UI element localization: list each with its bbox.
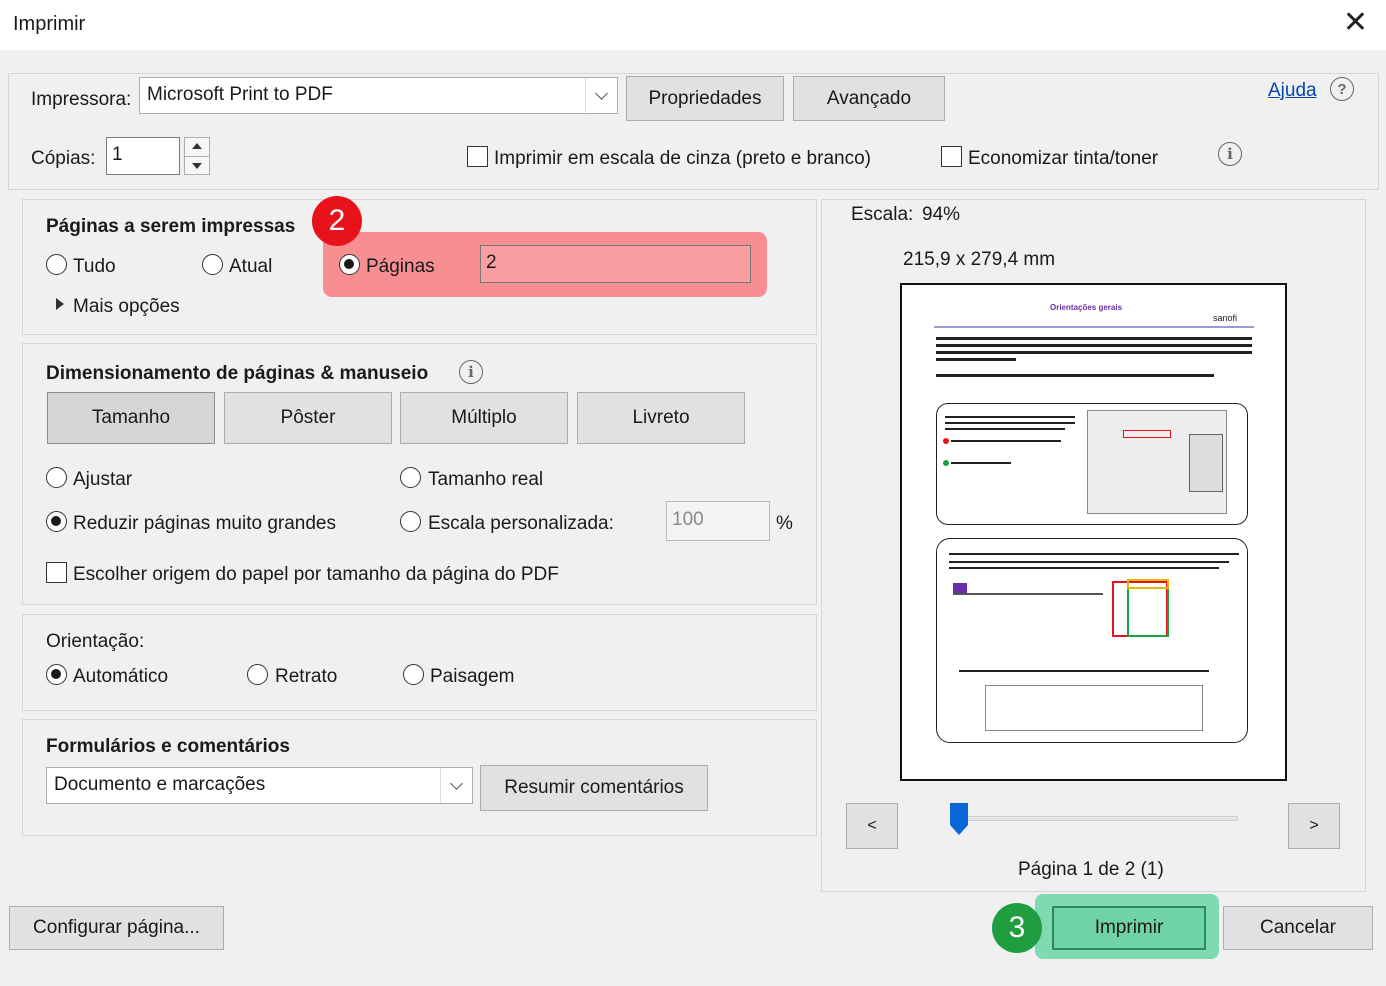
grayscale-label: Imprimir em escala de cinza (preto e bra… xyxy=(494,148,871,169)
next-page-button[interactable]: > xyxy=(1288,803,1340,849)
orientation-landscape-radio[interactable] xyxy=(403,664,424,685)
page-dimensions: 215,9 x 279,4 mm xyxy=(903,249,1056,270)
preview-box-2 xyxy=(936,538,1248,743)
fit-radio[interactable] xyxy=(46,467,67,488)
forms-select[interactable]: Documento e marcações xyxy=(46,767,473,804)
more-options-link[interactable]: Mais opções xyxy=(73,296,180,318)
orientation-portrait-label: Retrato xyxy=(275,666,338,687)
chevron-down-icon[interactable] xyxy=(440,768,472,803)
preview-box-1 xyxy=(936,403,1248,525)
pages-current-radio[interactable] xyxy=(202,254,223,275)
title-bar xyxy=(0,0,1386,50)
sizing-info-icon[interactable]: i xyxy=(459,360,483,384)
save-ink-label: Economizar tinta/toner xyxy=(968,148,1159,169)
paper-source-label: Escolher origem do papel por tamanho da … xyxy=(73,564,559,585)
stepper-down-icon[interactable] xyxy=(192,163,202,169)
actual-size-radio[interactable] xyxy=(400,467,421,488)
preview-doc-title: Orientações gerais xyxy=(1050,303,1123,312)
copies-label: Cópias: xyxy=(31,148,96,169)
copies-input[interactable]: 1 xyxy=(106,137,180,175)
orientation-auto-radio[interactable] xyxy=(46,664,67,685)
help-icon[interactable]: ? xyxy=(1330,77,1354,101)
pages-current-label: Atual xyxy=(229,256,273,277)
custom-scale-label: Escala personalizada: xyxy=(428,513,614,534)
forms-heading: Formulários e comentários xyxy=(46,736,290,757)
orientation-landscape-label: Paisagem xyxy=(430,666,515,687)
close-icon[interactable]: ✕ xyxy=(1343,8,1368,38)
pages-all-label: Tudo xyxy=(73,256,116,277)
pages-range-input[interactable]: 2 xyxy=(480,245,751,283)
save-ink-checkbox[interactable] xyxy=(941,146,962,167)
pages-all-radio[interactable] xyxy=(46,254,67,275)
custom-scale-radio[interactable] xyxy=(400,511,421,532)
pages-heading: Páginas a serem impressas xyxy=(46,216,296,237)
shrink-radio[interactable] xyxy=(46,511,67,532)
preview-doc-brand: sanofi xyxy=(1213,313,1238,323)
orientation-auto-label: Automático xyxy=(73,666,169,687)
info-icon[interactable]: i xyxy=(1218,142,1242,166)
shrink-label: Reduzir páginas muito grandes xyxy=(73,513,336,534)
printer-select[interactable]: Microsoft Print to PDF xyxy=(139,77,618,114)
copies-stepper[interactable] xyxy=(184,137,210,175)
scale-label: Escala: xyxy=(851,204,914,225)
expand-triangle-icon[interactable] xyxy=(56,298,64,310)
advanced-button[interactable]: Avançado xyxy=(793,76,945,121)
percent-sign: % xyxy=(776,513,793,534)
orientation-heading: Orientação: xyxy=(46,631,145,652)
annotation-badge-2: 2 xyxy=(312,196,362,246)
tab-size[interactable]: Tamanho xyxy=(47,392,215,444)
scale-value: 94% xyxy=(922,204,961,225)
grayscale-checkbox[interactable] xyxy=(467,146,488,167)
custom-scale-input[interactable]: 100 xyxy=(666,501,770,541)
cancel-button[interactable]: Cancelar xyxy=(1223,906,1373,950)
printer-label: Impressora: xyxy=(31,89,132,110)
chevron-down-icon[interactable] xyxy=(585,78,617,113)
prev-page-button[interactable]: < xyxy=(846,803,898,849)
stepper-up-icon[interactable] xyxy=(192,143,202,149)
fit-label: Ajustar xyxy=(73,469,133,490)
tab-booklet[interactable]: Livreto xyxy=(577,392,745,444)
tab-multiple[interactable]: Múltiplo xyxy=(400,392,568,444)
actual-size-label: Tamanho real xyxy=(428,469,544,490)
page-slider-track[interactable] xyxy=(960,816,1238,821)
pages-range-label: Páginas xyxy=(366,256,435,277)
page-preview: Orientações gerais sanofi xyxy=(900,283,1287,781)
annotation-badge-3: 3 xyxy=(992,903,1042,953)
print-button[interactable]: Imprimir xyxy=(1052,906,1206,950)
window-title: Imprimir xyxy=(13,13,86,35)
orientation-portrait-radio[interactable] xyxy=(247,664,268,685)
pages-range-radio[interactable] xyxy=(339,254,360,275)
orientation-panel xyxy=(22,614,817,711)
page-setup-button[interactable]: Configurar página... xyxy=(9,906,224,950)
paper-source-checkbox[interactable] xyxy=(46,562,67,583)
properties-button[interactable]: Propriedades xyxy=(626,76,784,121)
help-link[interactable]: Ajuda xyxy=(1268,80,1317,102)
page-indicator: Página 1 de 2 (1) xyxy=(1018,859,1164,880)
printer-selected-value: Microsoft Print to PDF xyxy=(147,84,333,105)
forms-selected-value: Documento e marcações xyxy=(54,774,266,795)
page-slider-handle[interactable] xyxy=(950,803,968,835)
summarize-comments-button[interactable]: Resumir comentários xyxy=(480,765,708,811)
sizing-heading: Dimensionamento de páginas & manuseio xyxy=(46,363,429,384)
tab-poster[interactable]: Pôster xyxy=(224,392,392,444)
